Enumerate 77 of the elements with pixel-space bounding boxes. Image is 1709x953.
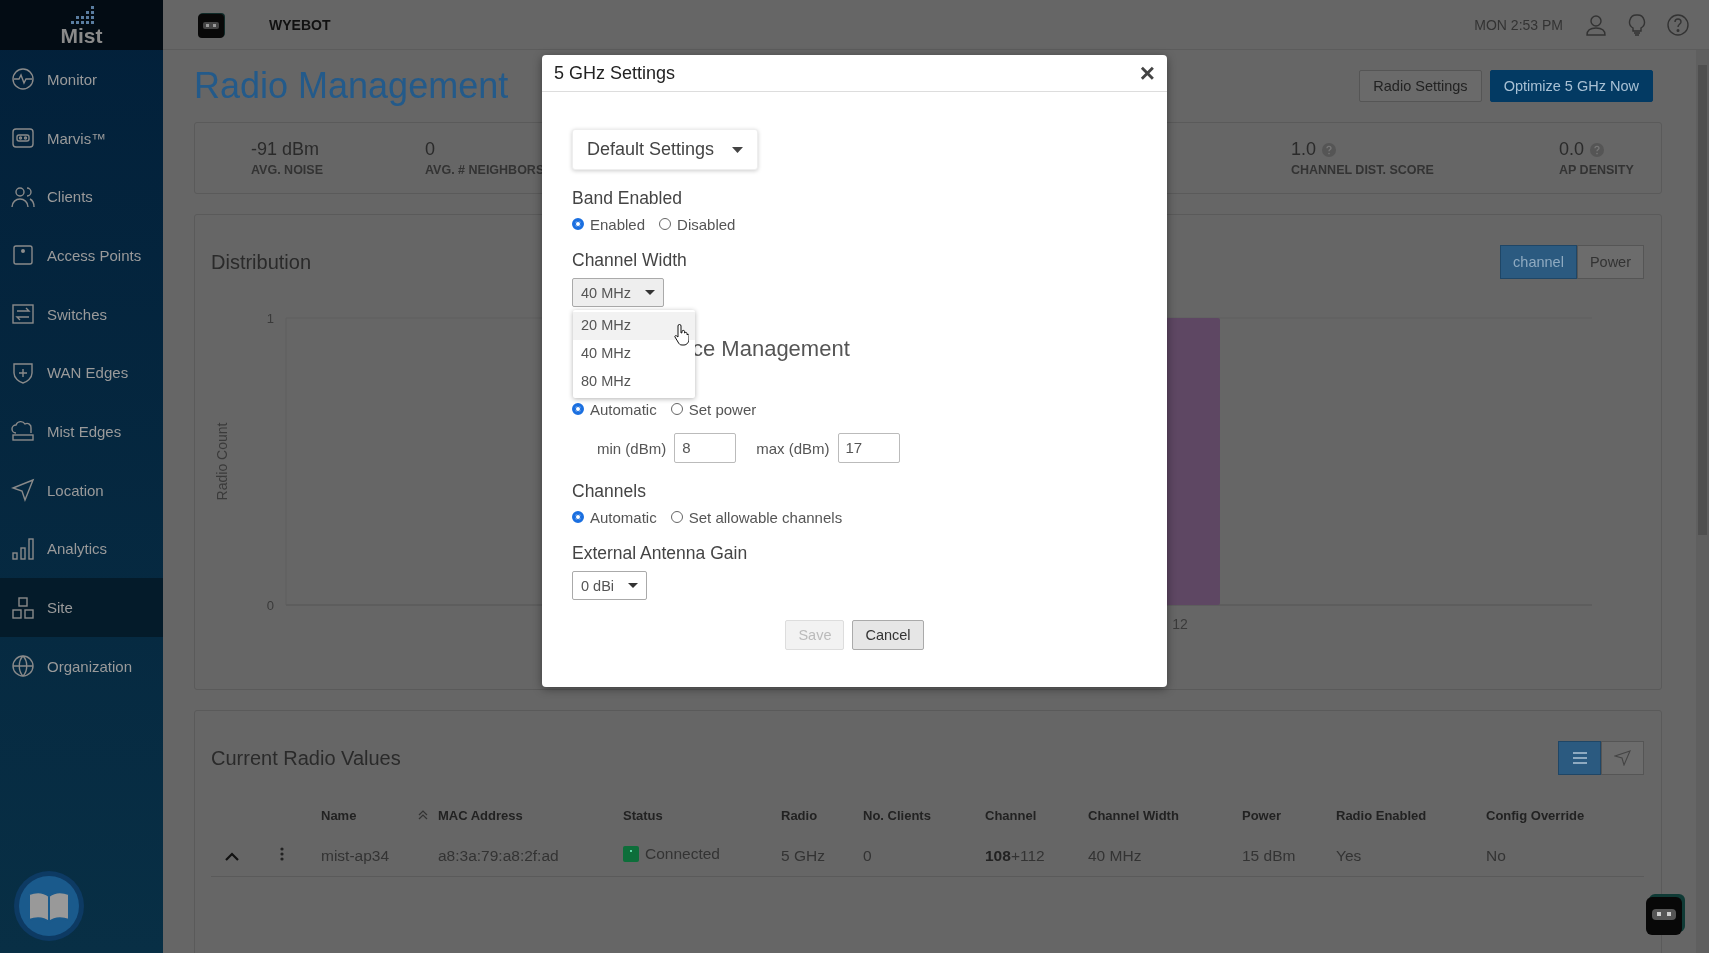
- org-name: WYEBOT: [269, 16, 331, 33]
- bar-chart-icon: [11, 536, 35, 561]
- preset-dropdown[interactable]: Default Settings: [572, 129, 759, 170]
- section-label: Channels: [572, 481, 646, 501]
- section-label: External Antenna Gain: [572, 543, 748, 563]
- sidebar-item[interactable]: Clients: [0, 167, 163, 227]
- robot-logo-icon[interactable]: [197, 10, 227, 39]
- sort-icon[interactable]: [418, 810, 428, 820]
- globe-icon: [11, 654, 35, 679]
- radio-label[interactable]: Set power: [688, 400, 757, 418]
- action-button[interactable]: Radio Settings: [1359, 70, 1482, 102]
- stat-value: 1.0: [1291, 139, 1317, 160]
- menu-item[interactable]: 20 MHz: [573, 312, 695, 340]
- cursor-icon: [1613, 750, 1632, 766]
- status-icon: [623, 846, 639, 862]
- kebab-menu-icon[interactable]: [280, 846, 284, 861]
- help-icon[interactable]: [1667, 13, 1689, 36]
- cloud-icon: [11, 419, 35, 444]
- radio-label[interactable]: Disabled: [677, 215, 736, 233]
- toggle-button[interactable]: channel: [1500, 245, 1577, 279]
- page-title: Radio Management: [194, 65, 509, 107]
- section-label: Channel Width: [572, 250, 687, 270]
- book-icon[interactable]: [13, 870, 85, 942]
- hand-cursor-icon: [673, 324, 689, 346]
- users-icon: [11, 184, 35, 209]
- caret-down-icon: [628, 583, 639, 588]
- caret-down-icon: [732, 146, 744, 153]
- stat-value: 0: [425, 139, 435, 160]
- switch-icon: [11, 302, 35, 327]
- radio-button[interactable]: [572, 403, 584, 415]
- robot-icon: [11, 126, 35, 151]
- radio-label[interactable]: Enabled: [590, 215, 646, 233]
- user-icon[interactable]: [1585, 13, 1607, 36]
- radio-label[interactable]: Set allowable channels: [688, 508, 843, 526]
- sidebar-item[interactable]: Analytics: [0, 519, 163, 579]
- site-icon: [11, 595, 35, 620]
- card-title: Distribution: [211, 250, 312, 274]
- section-label: Band Enabled: [572, 188, 682, 208]
- radio-button[interactable]: [572, 511, 584, 523]
- stat-value: 0.0: [1559, 139, 1585, 160]
- card-title: Current Radio Values: [211, 746, 401, 770]
- close-button[interactable]: ×: [1139, 60, 1155, 86]
- sidebar-item[interactable]: Location: [0, 460, 163, 520]
- dialog-button[interactable]: Cancel: [852, 620, 924, 650]
- dialog-title: 5 GHz Settings: [554, 62, 676, 84]
- sidebar-item[interactable]: Marvis™: [0, 108, 163, 168]
- access-point-icon: [11, 243, 35, 268]
- sidebar-item[interactable]: Switches: [0, 284, 163, 344]
- field-label: max (dBm): [756, 439, 830, 457]
- action-button[interactable]: Optimize 5 GHz Now: [1489, 70, 1653, 102]
- logo-text: Mist: [60, 26, 103, 46]
- radio-label[interactable]: Automatic: [590, 508, 657, 526]
- list-icon: [1570, 750, 1589, 766]
- input-field[interactable]: 8: [674, 433, 737, 463]
- lightbulb-icon[interactable]: [1627, 13, 1647, 36]
- field-label: min (dBm): [597, 439, 667, 457]
- radio-button[interactable]: [572, 218, 584, 230]
- location-arrow-icon: [11, 478, 35, 503]
- monitor-icon: [11, 67, 35, 92]
- shield-icon: [11, 360, 35, 385]
- menu-item[interactable]: 40 MHz: [573, 340, 695, 368]
- menu-item[interactable]: 80 MHz: [573, 368, 695, 396]
- robot-icon[interactable]: [1646, 893, 1686, 935]
- select-dropdown[interactable]: 0 dBi: [572, 571, 648, 600]
- sidebar-item[interactable]: Access Points: [0, 226, 163, 285]
- radio-label[interactable]: Automatic: [590, 400, 657, 418]
- chevron-up-icon[interactable]: [225, 851, 239, 861]
- sidebar-item[interactable]: Site: [0, 578, 163, 637]
- sidebar-item[interactable]: Mist Edges: [0, 402, 163, 461]
- sidebar-item[interactable]: Organization: [0, 636, 163, 696]
- select-dropdown[interactable]: 40 MHz: [572, 278, 664, 307]
- stat-value: -91 dBm: [251, 139, 320, 160]
- sidebar-item[interactable]: Monitor: [0, 50, 163, 109]
- caret-down-icon: [644, 290, 655, 295]
- sidebar-item[interactable]: WAN Edges: [0, 343, 163, 403]
- input-field[interactable]: 17: [837, 433, 900, 463]
- view-button[interactable]: [1558, 741, 1601, 775]
